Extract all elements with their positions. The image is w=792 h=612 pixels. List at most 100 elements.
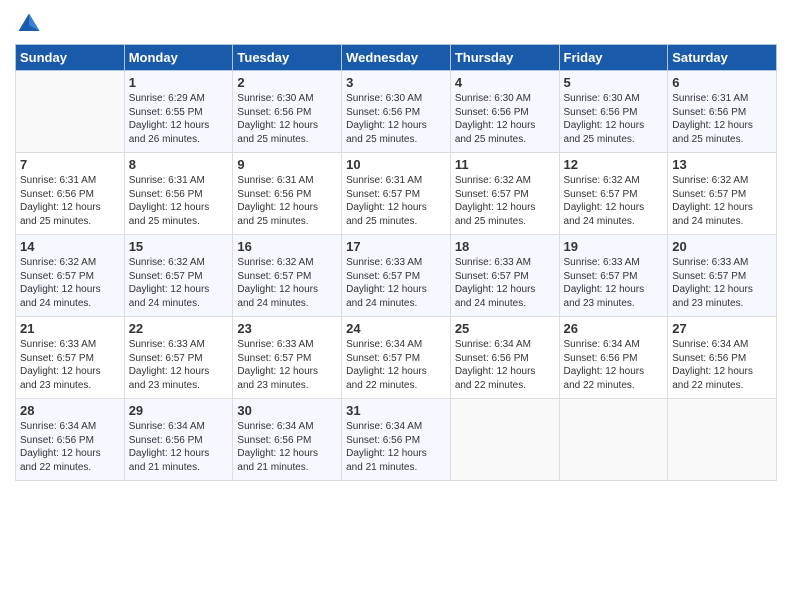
day-number: 8 bbox=[129, 157, 229, 172]
day-info: Sunrise: 6:33 AMSunset: 6:57 PMDaylight:… bbox=[672, 256, 772, 310]
day-number: 26 bbox=[564, 321, 664, 336]
day-info: Sunrise: 6:34 AMSunset: 6:56 PMDaylight:… bbox=[672, 338, 772, 392]
day-cell: 17 Sunrise: 6:33 AMSunset: 6:57 PMDayligh… bbox=[342, 235, 451, 317]
day-cell: 10 Sunrise: 6:31 AMSunset: 6:57 PMDayligh… bbox=[342, 153, 451, 235]
day-cell bbox=[559, 399, 668, 481]
logo bbox=[15, 10, 47, 38]
day-number: 22 bbox=[129, 321, 229, 336]
day-cell: 2 Sunrise: 6:30 AMSunset: 6:56 PMDaylight… bbox=[233, 71, 342, 153]
day-number: 16 bbox=[237, 239, 337, 254]
day-number: 9 bbox=[237, 157, 337, 172]
day-info: Sunrise: 6:32 AMSunset: 6:57 PMDaylight:… bbox=[455, 174, 555, 228]
day-number: 28 bbox=[20, 403, 120, 418]
day-info: Sunrise: 6:30 AMSunset: 6:56 PMDaylight:… bbox=[564, 92, 664, 146]
calendar-table: SundayMondayTuesdayWednesdayThursdayFrid… bbox=[15, 44, 777, 481]
col-header-sunday: Sunday bbox=[16, 45, 125, 71]
day-number: 20 bbox=[672, 239, 772, 254]
day-cell: 7 Sunrise: 6:31 AMSunset: 6:56 PMDaylight… bbox=[16, 153, 125, 235]
day-info: Sunrise: 6:33 AMSunset: 6:57 PMDaylight:… bbox=[346, 256, 446, 310]
week-row-4: 21 Sunrise: 6:33 AMSunset: 6:57 PMDayligh… bbox=[16, 317, 777, 399]
col-header-friday: Friday bbox=[559, 45, 668, 71]
day-info: Sunrise: 6:29 AMSunset: 6:55 PMDaylight:… bbox=[129, 92, 229, 146]
day-number: 1 bbox=[129, 75, 229, 90]
day-cell bbox=[668, 399, 777, 481]
day-number: 31 bbox=[346, 403, 446, 418]
week-row-1: 1 Sunrise: 6:29 AMSunset: 6:55 PMDaylight… bbox=[16, 71, 777, 153]
day-number: 18 bbox=[455, 239, 555, 254]
col-header-tuesday: Tuesday bbox=[233, 45, 342, 71]
day-info: Sunrise: 6:31 AMSunset: 6:56 PMDaylight:… bbox=[672, 92, 772, 146]
day-cell: 3 Sunrise: 6:30 AMSunset: 6:56 PMDaylight… bbox=[342, 71, 451, 153]
day-info: Sunrise: 6:32 AMSunset: 6:57 PMDaylight:… bbox=[129, 256, 229, 310]
day-cell: 19Sunrise: 6:33 AMSunset: 6:57 PMDayligh… bbox=[559, 235, 668, 317]
day-info: Sunrise: 6:33 AMSunset: 6:57 PMDaylight:… bbox=[237, 338, 337, 392]
day-info: Sunrise: 6:33 AMSunset: 6:57 PMDaylight:… bbox=[20, 338, 120, 392]
day-info: Sunrise: 6:30 AMSunset: 6:56 PMDaylight:… bbox=[346, 92, 446, 146]
day-number: 15 bbox=[129, 239, 229, 254]
day-number: 11 bbox=[455, 157, 555, 172]
day-info: Sunrise: 6:34 AMSunset: 6:56 PMDaylight:… bbox=[564, 338, 664, 392]
day-number: 25 bbox=[455, 321, 555, 336]
day-cell: 8 Sunrise: 6:31 AMSunset: 6:56 PMDaylight… bbox=[124, 153, 233, 235]
day-number: 23 bbox=[237, 321, 337, 336]
day-info: Sunrise: 6:30 AMSunset: 6:56 PMDaylight:… bbox=[237, 92, 337, 146]
day-number: 13 bbox=[672, 157, 772, 172]
day-cell: 9 Sunrise: 6:31 AMSunset: 6:56 PMDaylight… bbox=[233, 153, 342, 235]
day-info: Sunrise: 6:32 AMSunset: 6:57 PMDaylight:… bbox=[20, 256, 120, 310]
day-cell: 12Sunrise: 6:32 AMSunset: 6:57 PMDayligh… bbox=[559, 153, 668, 235]
week-row-3: 14Sunrise: 6:32 AMSunset: 6:57 PMDayligh… bbox=[16, 235, 777, 317]
day-cell: 16 Sunrise: 6:32 AMSunset: 6:57 PMDayligh… bbox=[233, 235, 342, 317]
day-cell: 24 Sunrise: 6:34 AMSunset: 6:57 PMDayligh… bbox=[342, 317, 451, 399]
day-cell: 20 Sunrise: 6:33 AMSunset: 6:57 PMDayligh… bbox=[668, 235, 777, 317]
week-row-2: 7 Sunrise: 6:31 AMSunset: 6:56 PMDaylight… bbox=[16, 153, 777, 235]
day-number: 2 bbox=[237, 75, 337, 90]
day-number: 10 bbox=[346, 157, 446, 172]
day-cell: 28Sunrise: 6:34 AMSunset: 6:56 PMDayligh… bbox=[16, 399, 125, 481]
logo-icon bbox=[15, 10, 43, 38]
day-number: 21 bbox=[20, 321, 120, 336]
day-info: Sunrise: 6:31 AMSunset: 6:56 PMDaylight:… bbox=[129, 174, 229, 228]
day-info: Sunrise: 6:34 AMSunset: 6:56 PMDaylight:… bbox=[129, 420, 229, 474]
day-info: Sunrise: 6:34 AMSunset: 6:56 PMDaylight:… bbox=[346, 420, 446, 474]
day-number: 6 bbox=[672, 75, 772, 90]
day-number: 17 bbox=[346, 239, 446, 254]
day-cell: 26 Sunrise: 6:34 AMSunset: 6:56 PMDayligh… bbox=[559, 317, 668, 399]
day-cell: 27 Sunrise: 6:34 AMSunset: 6:56 PMDayligh… bbox=[668, 317, 777, 399]
day-number: 5 bbox=[564, 75, 664, 90]
day-number: 27 bbox=[672, 321, 772, 336]
day-number: 12 bbox=[564, 157, 664, 172]
day-info: Sunrise: 6:34 AMSunset: 6:56 PMDaylight:… bbox=[237, 420, 337, 474]
col-header-thursday: Thursday bbox=[450, 45, 559, 71]
day-cell bbox=[450, 399, 559, 481]
day-info: Sunrise: 6:31 AMSunset: 6:56 PMDaylight:… bbox=[20, 174, 120, 228]
day-info: Sunrise: 6:31 AMSunset: 6:57 PMDaylight:… bbox=[346, 174, 446, 228]
day-cell: 15 Sunrise: 6:32 AMSunset: 6:57 PMDayligh… bbox=[124, 235, 233, 317]
day-cell: 30 Sunrise: 6:34 AMSunset: 6:56 PMDayligh… bbox=[233, 399, 342, 481]
day-number: 4 bbox=[455, 75, 555, 90]
day-info: Sunrise: 6:30 AMSunset: 6:56 PMDaylight:… bbox=[455, 92, 555, 146]
day-number: 7 bbox=[20, 157, 120, 172]
day-cell bbox=[16, 71, 125, 153]
day-info: Sunrise: 6:33 AMSunset: 6:57 PMDaylight:… bbox=[564, 256, 664, 310]
day-cell: 14Sunrise: 6:32 AMSunset: 6:57 PMDayligh… bbox=[16, 235, 125, 317]
week-row-5: 28 Sunrise: 6:34 AMSunset: 6:56 PMDayligh… bbox=[16, 399, 777, 481]
header-row: SundayMondayTuesdayWednesdayThursdayFrid… bbox=[16, 45, 777, 71]
day-cell: 23 Sunrise: 6:33 AMSunset: 6:57 PMDayligh… bbox=[233, 317, 342, 399]
day-info: Sunrise: 6:32 AMSunset: 6:57 PMDaylight:… bbox=[672, 174, 772, 228]
col-header-saturday: Saturday bbox=[668, 45, 777, 71]
day-cell: 18Sunrise: 6:33 AMSunset: 6:57 PMDayligh… bbox=[450, 235, 559, 317]
day-number: 3 bbox=[346, 75, 446, 90]
day-number: 29 bbox=[129, 403, 229, 418]
day-cell: 5 Sunrise: 6:30 AMSunset: 6:56 PMDaylight… bbox=[559, 71, 668, 153]
col-header-wednesday: Wednesday bbox=[342, 45, 451, 71]
day-cell: 4 Sunrise: 6:30 AMSunset: 6:56 PMDaylight… bbox=[450, 71, 559, 153]
day-cell: 13 Sunrise: 6:32 AMSunset: 6:57 PMDayligh… bbox=[668, 153, 777, 235]
day-cell: 25Sunrise: 6:34 AMSunset: 6:56 PMDayligh… bbox=[450, 317, 559, 399]
day-cell: 1 Sunrise: 6:29 AMSunset: 6:55 PMDaylight… bbox=[124, 71, 233, 153]
day-info: Sunrise: 6:34 AMSunset: 6:57 PMDaylight:… bbox=[346, 338, 446, 392]
day-number: 24 bbox=[346, 321, 446, 336]
day-info: Sunrise: 6:31 AMSunset: 6:56 PMDaylight:… bbox=[237, 174, 337, 228]
day-cell: 22Sunrise: 6:33 AMSunset: 6:57 PMDayligh… bbox=[124, 317, 233, 399]
day-number: 30 bbox=[237, 403, 337, 418]
day-info: Sunrise: 6:32 AMSunset: 6:57 PMDaylight:… bbox=[237, 256, 337, 310]
